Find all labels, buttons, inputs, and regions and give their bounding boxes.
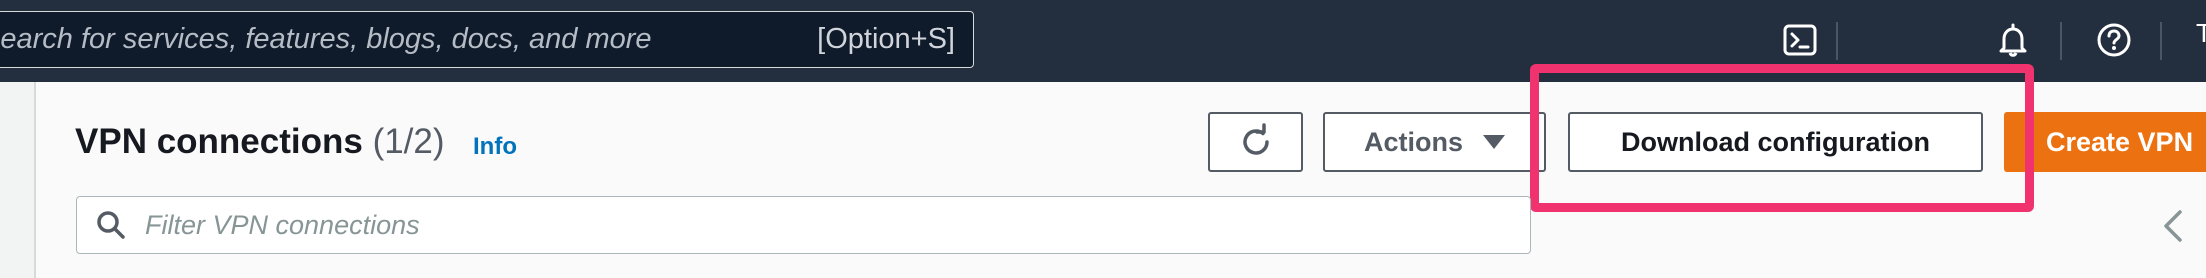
refresh-icon: [1242, 123, 1269, 155]
help-icon[interactable]: [2094, 20, 2134, 60]
search-placeholder: Search for services, features, blogs, do…: [0, 23, 652, 55]
create-vpn-connection-button[interactable]: Create VPN: [2004, 112, 2206, 172]
info-link[interactable]: Info: [473, 133, 517, 161]
nav-separator: [1836, 22, 1838, 60]
nav-separator: [2060, 22, 2062, 60]
page-title: VPN connections (1/2): [75, 122, 445, 162]
notifications-bell-icon[interactable]: [1993, 20, 2033, 60]
highlight-annotation-box: [1530, 64, 2034, 212]
filter-vpn-connections-input[interactable]: Filter VPN connections: [76, 196, 1531, 254]
actions-dropdown-button[interactable]: Actions: [1323, 112, 1546, 172]
search-shortcut-hint: [Option+S]: [817, 23, 955, 55]
refresh-button[interactable]: [1208, 112, 1303, 172]
chevron-left-icon[interactable]: [2158, 206, 2188, 246]
search-icon: [97, 211, 125, 239]
create-vpn-label: Create VPN: [2046, 126, 2194, 157]
selection-count: (1/2): [372, 122, 445, 161]
page-title-text: VPN connections: [75, 122, 363, 161]
caret-down-icon: [1483, 135, 1505, 149]
nav-separator: [2160, 22, 2162, 60]
side-navigation-strip: [0, 82, 36, 278]
actions-label: Actions: [1363, 126, 1463, 157]
filter-placeholder: Filter VPN connections: [145, 209, 420, 240]
account-menu-label[interactable]: T: [2196, 18, 2206, 49]
cloudshell-icon[interactable]: [1780, 20, 1820, 60]
global-search-input[interactable]: Search for services, features, blogs, do…: [0, 11, 974, 68]
